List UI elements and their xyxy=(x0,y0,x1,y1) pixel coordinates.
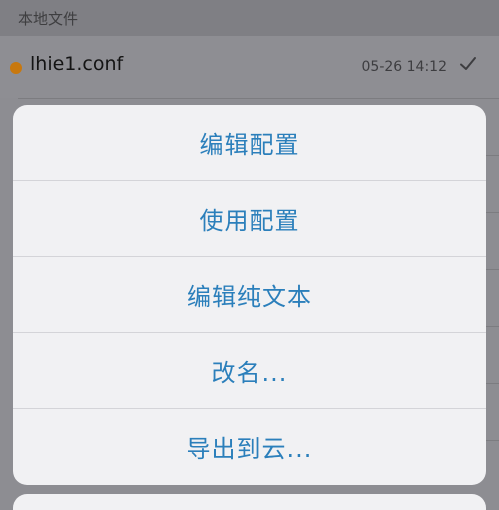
checkmark-icon xyxy=(460,57,476,70)
screen: 本地文件 lhie1.conf 05-26 14:12 编辑配置 使用配置 编辑… xyxy=(0,0,499,510)
edit-plain-text-button[interactable]: 编辑纯文本 xyxy=(13,257,486,333)
action-label: 编辑配置 xyxy=(199,131,300,159)
action-label: 改名... xyxy=(211,359,288,387)
file-name: lhie1.conf xyxy=(30,53,124,75)
status-dot xyxy=(10,62,22,74)
cancel-button[interactable] xyxy=(13,494,486,510)
rename-button[interactable]: 改名... xyxy=(13,333,486,409)
file-time: 05-26 14:12 xyxy=(361,59,447,75)
action-label: 使用配置 xyxy=(199,207,300,235)
action-label: 编辑纯文本 xyxy=(187,283,312,311)
use-config-button[interactable]: 使用配置 xyxy=(13,181,486,257)
action-sheet: 编辑配置 使用配置 编辑纯文本 改名... 导出到云... xyxy=(13,105,486,485)
export-to-cloud-button[interactable]: 导出到云... xyxy=(13,409,486,484)
action-label: 导出到云... xyxy=(186,435,313,463)
section-header: 本地文件 xyxy=(0,0,499,36)
section-title: 本地文件 xyxy=(18,10,79,28)
edit-config-button[interactable]: 编辑配置 xyxy=(13,105,486,181)
list-separator xyxy=(18,98,499,99)
